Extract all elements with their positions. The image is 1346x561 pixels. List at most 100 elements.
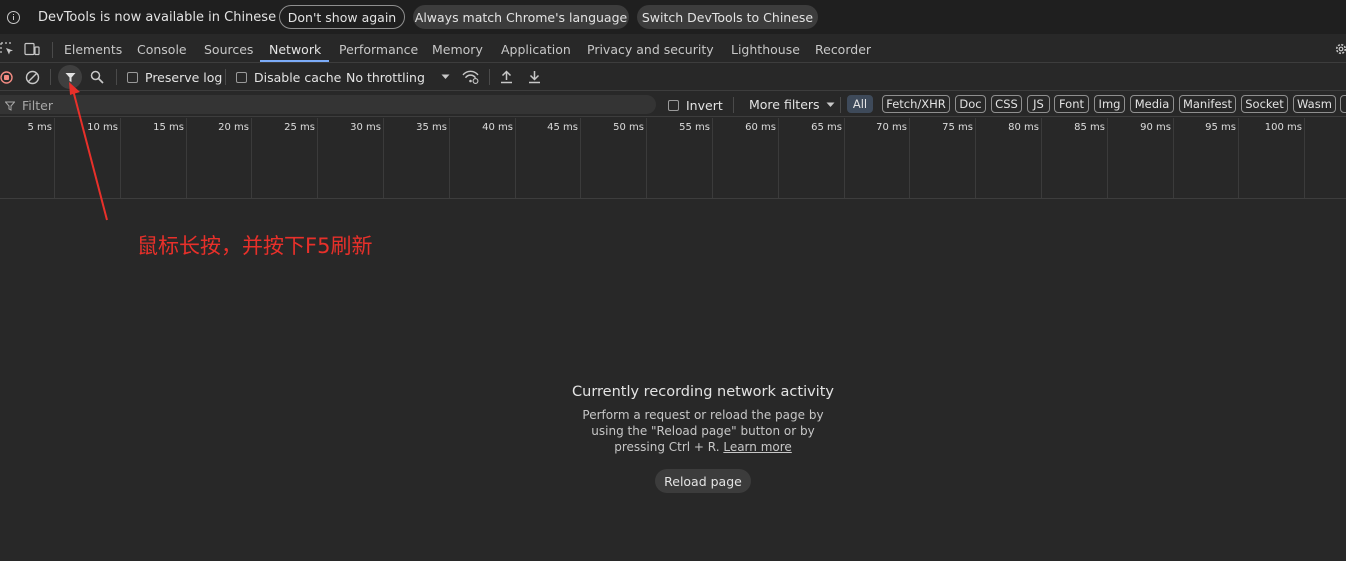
language-infobar: DevTools is now available in Chinese Don… — [0, 0, 1346, 34]
tab-console[interactable]: Console — [137, 38, 187, 62]
timeline-gridline — [1304, 118, 1305, 198]
invert-label: Invert — [686, 98, 723, 113]
description-line: pressing Ctrl + R. Learn more — [573, 439, 833, 455]
network-toolbar: Preserve log Disable cache No throttling — [0, 64, 1346, 91]
network-conditions-icon[interactable] — [462, 64, 479, 90]
tabbar-separator — [52, 42, 53, 58]
filter-type-fetch-xhr[interactable]: Fetch/XHR — [882, 95, 950, 113]
device-toolbar-icon[interactable] — [24, 42, 40, 56]
filter-type-img[interactable]: Img — [1094, 95, 1125, 113]
filterbar-separator — [840, 97, 841, 113]
tab-memory[interactable]: Memory — [432, 38, 483, 62]
timeline-gridline — [186, 118, 187, 198]
filterbar-separator — [733, 97, 734, 113]
timeline-tick-label: 60 ms — [745, 122, 776, 133]
filter-type-media[interactable]: Media — [1130, 95, 1174, 113]
import-har-icon[interactable] — [500, 64, 513, 90]
active-tab-indicator — [260, 60, 329, 62]
timeline-gridline — [646, 118, 647, 198]
timeline-gridline — [317, 118, 318, 198]
tab-privacy-and-security[interactable]: Privacy and security — [587, 38, 714, 62]
timeline-tick-label: 50 ms — [613, 122, 644, 133]
description-text: pressing Ctrl + R. — [614, 440, 720, 454]
chevron-down-icon — [826, 102, 835, 107]
filter-funnel-icon — [4, 100, 16, 114]
export-har-icon[interactable] — [528, 64, 541, 90]
toolbar-separator — [50, 69, 51, 85]
filter-type-doc[interactable]: Doc — [955, 95, 986, 113]
throttling-value: No throttling — [346, 69, 425, 85]
timeline-tick-label: 80 ms — [1008, 122, 1039, 133]
filter-type-socket[interactable]: Socket — [1241, 95, 1288, 113]
inspect-element-icon[interactable] — [0, 42, 14, 56]
tab-lighthouse[interactable]: Lighthouse — [731, 38, 800, 62]
timeline-gridline — [251, 118, 252, 198]
filter-placeholder: Filter — [22, 98, 53, 113]
timeline-gridline — [975, 118, 976, 198]
invert-checkbox-box[interactable] — [668, 100, 679, 111]
timeline-tick-label: 35 ms — [416, 122, 447, 133]
timeline-gridline — [383, 118, 384, 198]
timeline-tick-label: 85 ms — [1074, 122, 1105, 133]
toolbar-separator — [225, 69, 226, 85]
stop-recording-icon[interactable] — [0, 64, 13, 90]
disable-cache-label: Disable cache — [254, 69, 342, 85]
timeline-gridline — [844, 118, 845, 198]
timeline-gridline — [515, 118, 516, 198]
timeline-tick-label: 45 ms — [547, 122, 578, 133]
timeline-gridline — [1107, 118, 1108, 198]
reload-page-button[interactable]: Reload page — [655, 469, 751, 493]
timeline-overview[interactable]: 5 ms 10 ms 15 ms 20 ms 25 ms 30 ms 35 ms 40 ms 4… — [0, 118, 1346, 199]
main-tab-bar: Elements Console Sources Network Perform… — [0, 38, 1346, 63]
throttling-select[interactable]: No throttling — [346, 64, 425, 90]
disable-cache-checkbox-box[interactable] — [236, 71, 247, 83]
timeline-tick-label: 55 ms — [679, 122, 710, 133]
settings-gear-icon[interactable] — [1334, 42, 1346, 56]
invert-checkbox[interactable]: Invert — [668, 98, 723, 113]
filter-type-font[interactable]: Font — [1054, 95, 1089, 113]
recording-status-description: Perform a request or reload the page by … — [573, 407, 833, 455]
timeline-gridline — [909, 118, 910, 198]
preserve-log-label: Preserve log — [145, 69, 223, 85]
timeline-tick-label: 65 ms — [811, 122, 842, 133]
annotation-arrow-icon — [69, 82, 108, 221]
timeline-gridline — [120, 118, 121, 198]
more-filters-dropdown[interactable]: More filters — [749, 97, 835, 112]
always-match-language-button[interactable]: Always match Chrome's language — [413, 5, 629, 29]
disable-cache-checkbox[interactable]: Disable cache — [236, 64, 341, 90]
filter-type-js[interactable]: JS — [1027, 95, 1050, 113]
preserve-log-checkbox-box[interactable] — [127, 71, 138, 83]
timeline-tick-label: 70 ms — [876, 122, 907, 133]
timeline-tick-label: 75 ms — [942, 122, 973, 133]
more-filters-label: More filters — [749, 97, 820, 112]
toolbar-separator — [489, 69, 490, 85]
tab-network[interactable]: Network — [269, 38, 321, 62]
learn-more-link[interactable]: Learn more — [723, 440, 791, 454]
description-line: Perform a request or reload the page by — [582, 408, 824, 422]
tab-sources[interactable]: Sources — [204, 38, 253, 62]
preserve-log-checkbox[interactable]: Preserve log — [127, 64, 222, 90]
filter-type-all[interactable]: All — [847, 95, 873, 113]
filter-type-wasm[interactable]: Wasm — [1293, 95, 1336, 113]
timeline-tick-label: 30 ms — [350, 122, 381, 133]
clear-icon[interactable] — [25, 64, 40, 90]
tab-recorder[interactable]: Recorder — [815, 38, 871, 62]
tab-performance[interactable]: Performance — [339, 38, 418, 62]
filter-type-manifest[interactable]: Manifest — [1179, 95, 1236, 113]
recording-status-title: Currently recording network activity — [572, 384, 834, 400]
timeline-tick-label: 95 ms — [1205, 122, 1236, 133]
timeline-gridline — [1041, 118, 1042, 198]
switch-devtools-language-button[interactable]: Switch DevTools to Chinese — [637, 5, 818, 29]
chevron-down-icon[interactable] — [441, 64, 450, 90]
timeline-tick-label: 15 ms — [153, 122, 184, 133]
filter-bar: Filter Invert More filters All Fetch/XHR… — [0, 92, 1346, 117]
dont-show-again-button[interactable]: Don't show again — [279, 5, 405, 29]
timeline-tick-label: 90 ms — [1140, 122, 1171, 133]
filter-type-css[interactable]: CSS — [991, 95, 1022, 113]
tab-application[interactable]: Application — [501, 38, 571, 62]
filter-type-overflow[interactable] — [1340, 95, 1346, 113]
timeline-gridline — [449, 118, 450, 198]
description-line: using the "Reload page" button or by — [591, 424, 815, 438]
timeline-gridline — [580, 118, 581, 198]
tab-elements[interactable]: Elements — [64, 38, 122, 62]
